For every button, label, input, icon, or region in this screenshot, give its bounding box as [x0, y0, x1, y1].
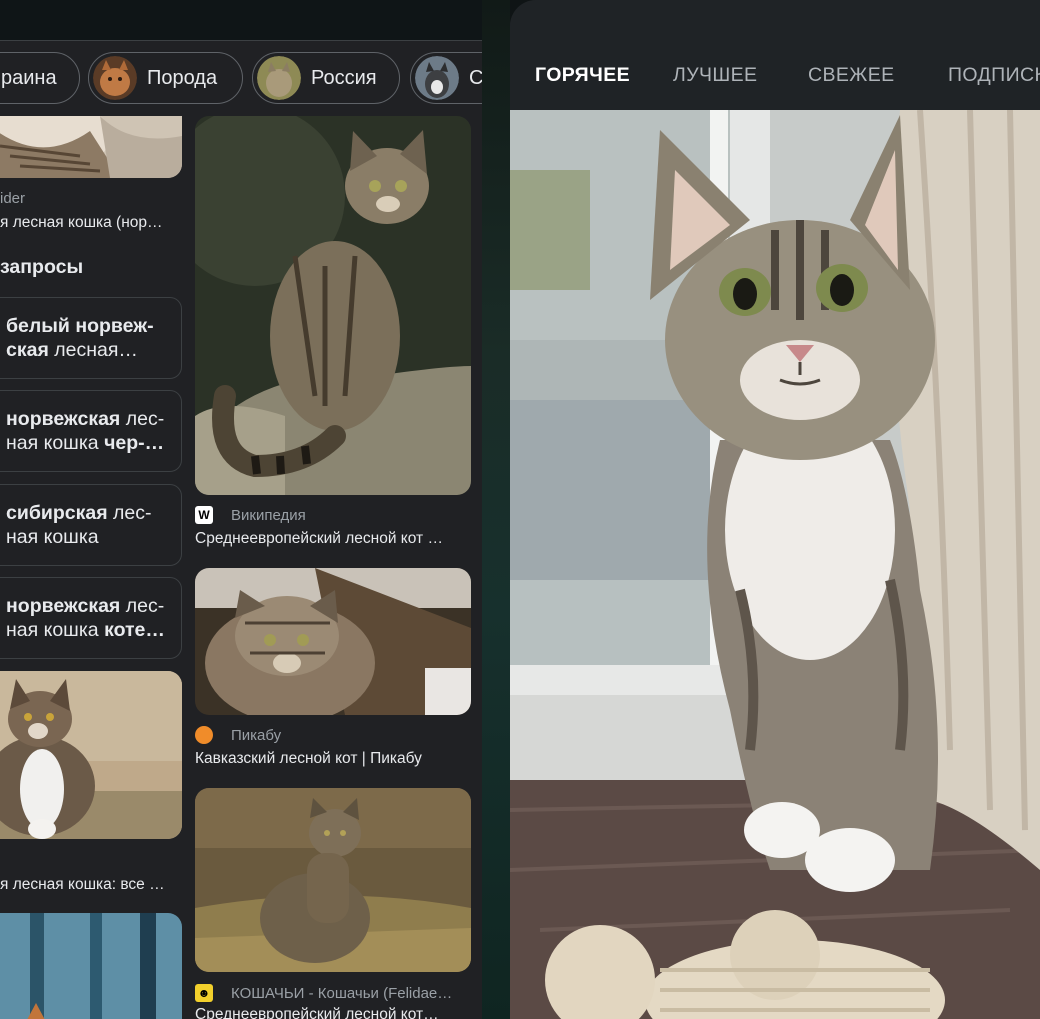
divider — [0, 40, 482, 41]
search-top-bar — [0, 0, 482, 40]
related-query[interactable]: сибирская лес-ная кошка — [0, 484, 182, 566]
chip-more[interactable]: С — [410, 52, 482, 104]
tab-fresh[interactable]: СВЕЖЕЕ — [808, 64, 895, 87]
result-source: ☻ КОШАЧЬИ - Кошачьи (Felidae… — [195, 984, 452, 1002]
cat-thumb-icon — [415, 56, 459, 100]
cat-window-photo[interactable] — [510, 110, 1040, 1019]
chip-label: Россия — [311, 66, 377, 89]
result-image[interactable] — [195, 788, 471, 972]
tab-subscriptions[interactable]: ПОДПИСКИ — [948, 64, 1040, 87]
feed-header: ГОРЯЧЕЕ ЛУЧШЕЕ СВЕЖЕЕ ПОДПИСКИ — [510, 0, 1040, 110]
result-title[interactable]: Среднеевропейский лесной кот… — [195, 1006, 471, 1019]
cat-thumb-icon — [257, 56, 301, 100]
image-search-panel: раина Порода Россия С ider я лесная кошк… — [0, 0, 482, 1019]
wildcat-photo — [195, 116, 471, 495]
chip-breed[interactable]: Порода — [88, 52, 243, 104]
result-title[interactable]: я лесная кошка: все … — [0, 876, 182, 894]
chip-ukraine[interactable]: раина — [0, 52, 80, 104]
tab-hot[interactable]: ГОРЯЧЕЕ — [535, 64, 630, 87]
result-image[interactable] — [0, 913, 182, 1019]
cat-thumb-icon — [93, 56, 137, 100]
chip-label: Порода — [147, 66, 218, 89]
result-title[interactable]: Кавказский лесной кот | Пикабу — [195, 750, 471, 768]
related-heading: запросы — [0, 256, 84, 278]
related-query[interactable]: норвежская лес-ная кошка коте… — [0, 577, 182, 659]
result-image[interactable] — [0, 116, 182, 178]
result-image[interactable] — [195, 568, 471, 715]
background-strip — [482, 0, 510, 1019]
chip-label: С — [469, 66, 482, 89]
related-query[interactable]: белый норвеж-ская лесная… — [0, 297, 182, 379]
forest-photo — [0, 913, 182, 1019]
result-title[interactable]: Среднеевропейский лесной кот … — [195, 530, 471, 548]
result-source: W Википедия — [195, 506, 306, 524]
result-source: ider — [0, 190, 26, 207]
chip-russia[interactable]: Россия — [252, 52, 400, 104]
cat-photo — [0, 116, 182, 178]
result-image[interactable] — [195, 116, 471, 495]
tab-best[interactable]: ЛУЧШЕЕ — [673, 64, 757, 87]
wildcat-photo — [195, 568, 471, 715]
cat-photo — [0, 671, 182, 839]
koshachi-icon: ☻ — [195, 984, 213, 1002]
result-image[interactable] — [0, 671, 182, 839]
pikabu-icon — [195, 726, 213, 744]
chip-label: раина — [1, 66, 57, 89]
result-source: Пикабу — [195, 726, 281, 744]
result-title[interactable]: я лесная кошка (нор… — [0, 214, 182, 232]
related-query[interactable]: норвежская лес-ная кошка чер-… — [0, 390, 182, 472]
wildcat-photo — [195, 788, 471, 972]
feed-panel: ГОРЯЧЕЕ ЛУЧШЕЕ СВЕЖЕЕ ПОДПИСКИ — [510, 0, 1040, 1019]
wikipedia-icon: W — [195, 506, 213, 524]
